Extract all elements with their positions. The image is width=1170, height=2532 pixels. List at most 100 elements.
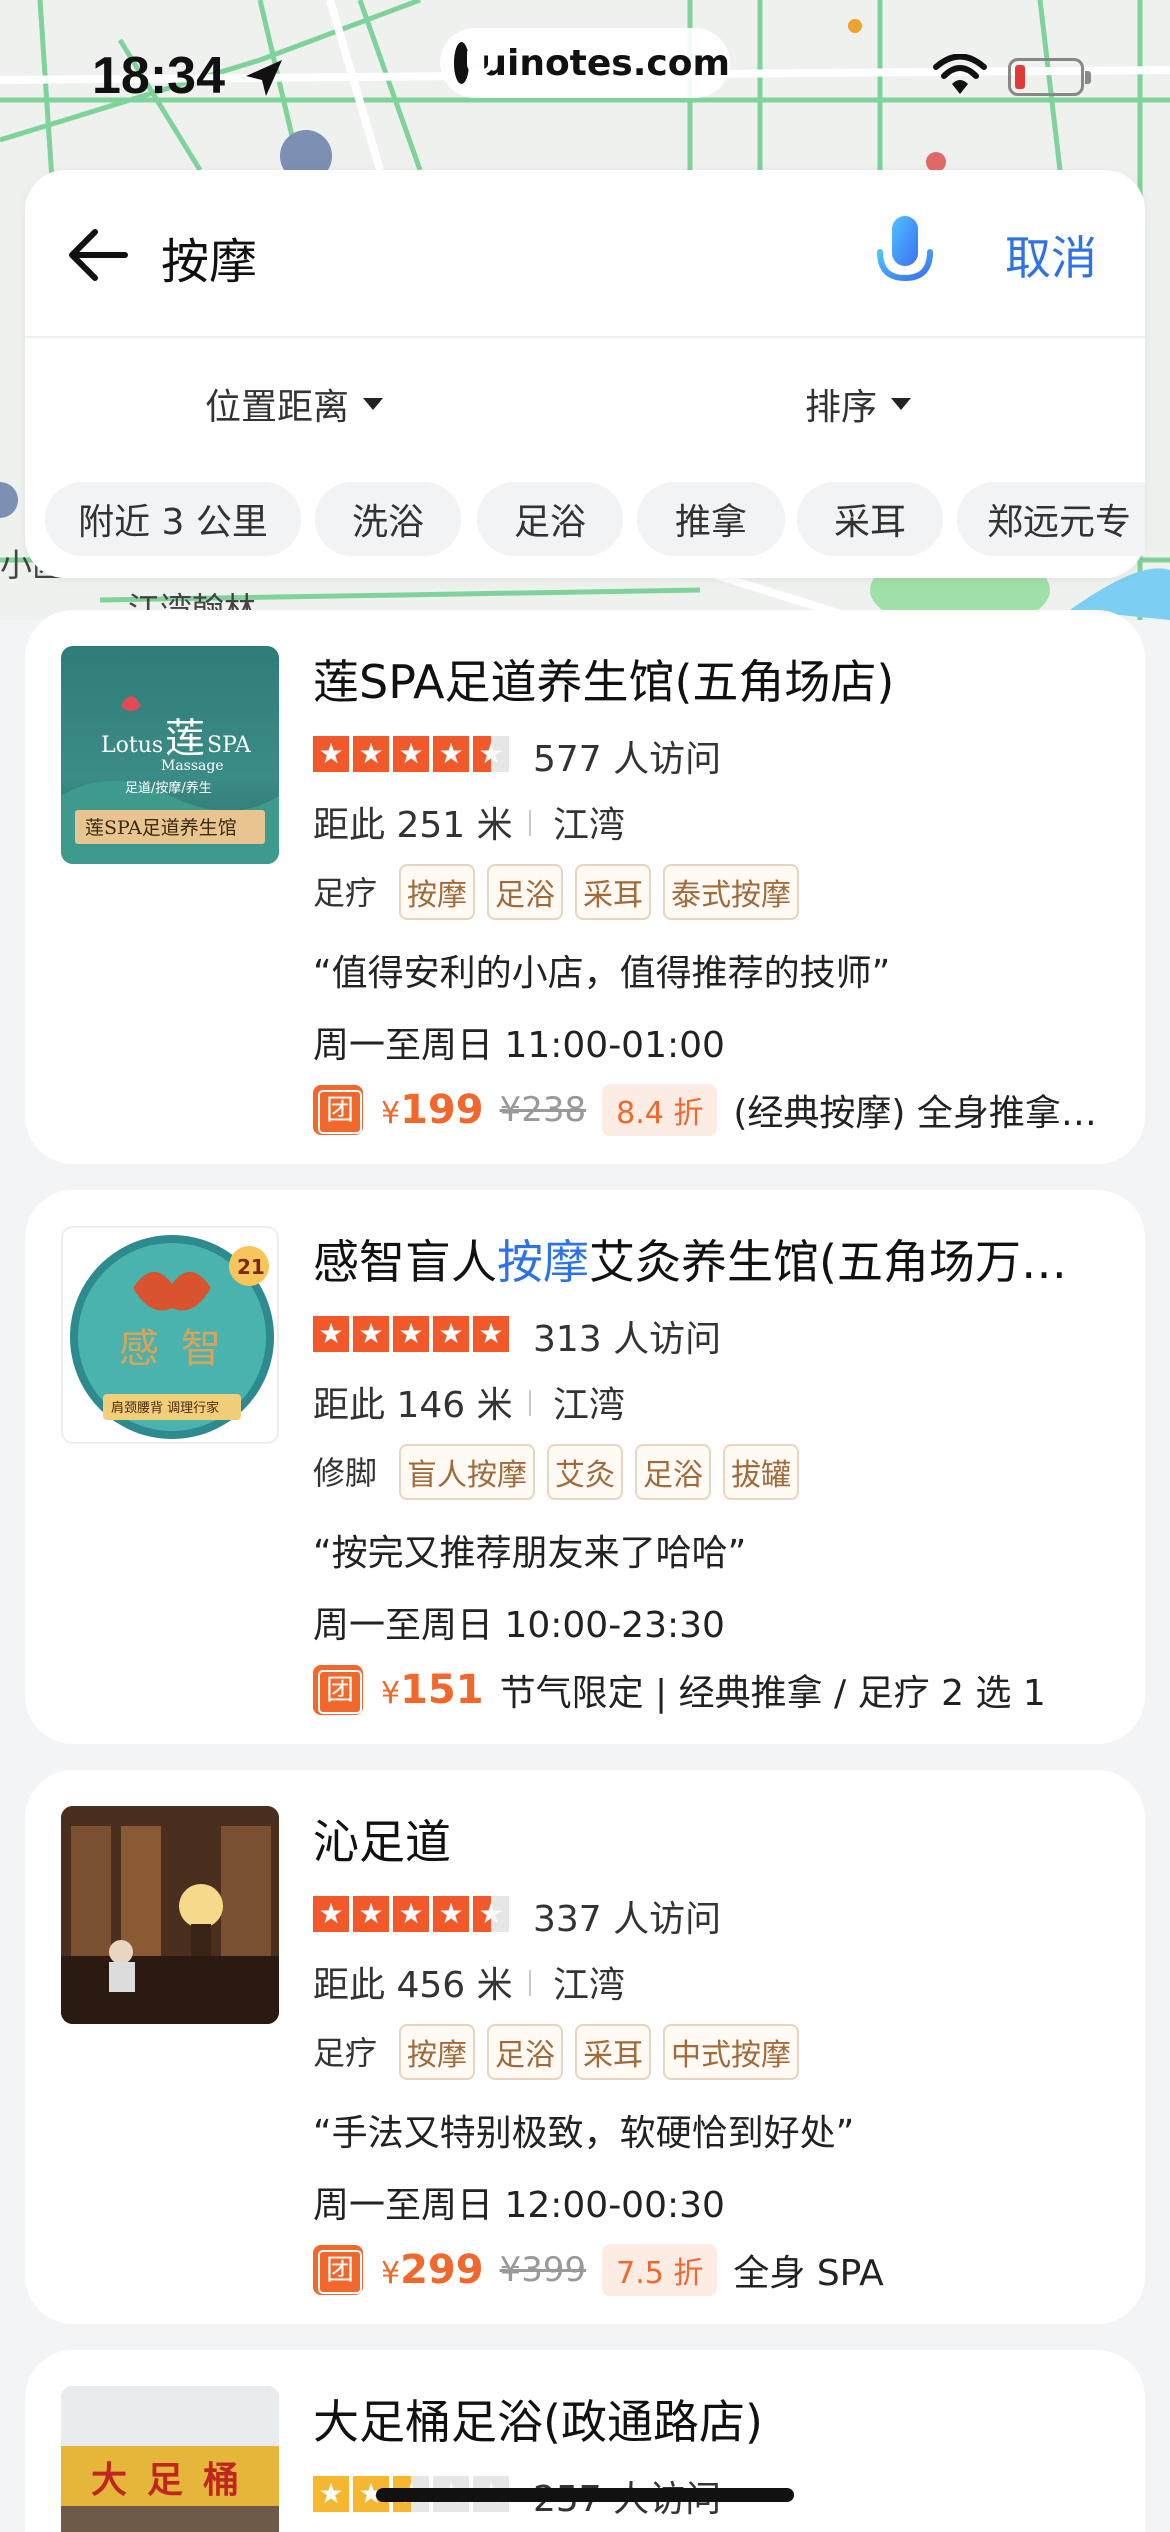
discount-badge: 7.5 折 bbox=[602, 2244, 718, 2296]
microphone-icon[interactable] bbox=[870, 212, 940, 302]
chip-bath[interactable]: 洗浴 bbox=[315, 482, 461, 556]
thumb-text-lotus: Lotus bbox=[101, 733, 163, 758]
tag: 按摩 bbox=[399, 2024, 475, 2080]
star-icon bbox=[433, 1316, 469, 1352]
tag: 足浴 bbox=[635, 1444, 711, 1500]
star-half-icon bbox=[473, 1896, 509, 1932]
caret-down-icon bbox=[363, 398, 384, 410]
distance: 距此 146 米 bbox=[313, 1385, 513, 1426]
status-time: 18:34 bbox=[92, 47, 225, 105]
price-value: 151 bbox=[400, 1667, 484, 1713]
star-icon bbox=[393, 1896, 429, 1932]
thumb-text-slogan: 肩颈腰背 调理行家 bbox=[111, 1400, 219, 1416]
star-icon bbox=[313, 1316, 349, 1352]
star-rating bbox=[313, 736, 509, 772]
group-deal[interactable]: ¥199 ¥238 8.4 折 (经典按摩) 全身推拿… bbox=[313, 1080, 1097, 1140]
thumb-text-da: 大 bbox=[91, 2459, 127, 2501]
distance: 距此 456 米 bbox=[313, 1965, 513, 2006]
area: 江湾 bbox=[553, 1385, 626, 1426]
title-part: 感智盲人 bbox=[313, 1235, 497, 1289]
star-icon bbox=[393, 736, 429, 772]
chip-tuina[interactable]: 推拿 bbox=[637, 482, 785, 556]
sort-filter[interactable]: 排序 bbox=[805, 378, 912, 430]
tag: 泰式按摩 bbox=[663, 864, 799, 920]
divider bbox=[529, 810, 531, 836]
location-arrow-icon bbox=[246, 60, 282, 96]
shop-title[interactable]: 感智盲人按摩艾灸养生馆(五角场万… bbox=[313, 1226, 1067, 1292]
home-indicator[interactable] bbox=[376, 2488, 794, 2502]
tag-list: 按摩 足浴 采耳 泰式按摩 bbox=[399, 864, 799, 920]
thumb-text-zu: 足 bbox=[147, 2459, 183, 2501]
group-buy-icon bbox=[313, 1085, 363, 1135]
currency-symbol: ¥ bbox=[381, 2256, 401, 2291]
divider bbox=[529, 1390, 531, 1416]
cancel-button[interactable]: 取消 bbox=[1005, 222, 1097, 288]
tag: 采耳 bbox=[575, 864, 651, 920]
chip-zhengyuanyuan[interactable]: 郑远元专 bbox=[957, 482, 1145, 556]
deal-price: ¥199 bbox=[381, 1087, 484, 1133]
chip-nearby-3km[interactable]: 附近 3 公里 bbox=[45, 482, 301, 556]
star-rating bbox=[313, 1316, 509, 1352]
tag: 足浴 bbox=[487, 864, 563, 920]
thumb-text-massage: Massage bbox=[161, 758, 224, 774]
result-card[interactable]: 21 感 智 肩颈腰背 调理行家 感智盲人按摩艾灸养生馆(五角场万… 313 人… bbox=[25, 1190, 1145, 1744]
tag: 盲人按摩 bbox=[399, 1444, 535, 1500]
distance: 距此 251 米 bbox=[313, 805, 513, 846]
category: 足疗 bbox=[313, 874, 378, 912]
star-rating bbox=[313, 1896, 509, 1932]
result-card[interactable]: Lotus 莲 SPA Massage 足道/按摩/养生 莲SPA足道养生馆 莲… bbox=[25, 610, 1145, 1164]
shop-thumbnail: 大 足 桶 bbox=[61, 2386, 279, 2532]
search-bar: 按摩 取消 bbox=[25, 170, 1145, 338]
tag-list: 按摩 足浴 采耳 中式按摩 bbox=[399, 2024, 799, 2080]
star-icon bbox=[353, 1896, 389, 1932]
result-card[interactable]: 沁足道 337 人访问 距此 456 米 江湾 足疗 按摩 足浴 采耳 中式按摩… bbox=[25, 1770, 1145, 2324]
category: 修脚 bbox=[313, 1454, 378, 1492]
original-price: ¥238 bbox=[499, 1090, 587, 1130]
shop-thumbnail bbox=[61, 1806, 279, 2024]
tag: 足浴 bbox=[487, 2024, 563, 2080]
chip-ear-cleaning[interactable]: 采耳 bbox=[797, 482, 943, 556]
star-icon bbox=[353, 736, 389, 772]
currency-symbol: ¥ bbox=[381, 1096, 401, 1131]
uinotes-logo-icon bbox=[454, 42, 494, 84]
status-bar: 18:34 uinotes.com bbox=[0, 0, 1170, 150]
search-input[interactable]: 按摩 bbox=[161, 222, 257, 292]
star-icon bbox=[313, 2476, 349, 2512]
group-deal[interactable]: ¥151 节气限定 | 经典推拿 / 足疗 2 选 1 bbox=[313, 1660, 1046, 1720]
star-icon bbox=[433, 1896, 469, 1932]
opening-hours: 周一至周日 11:00-01:00 bbox=[313, 1025, 725, 1066]
shop-title[interactable]: 沁足道 bbox=[313, 1806, 451, 1872]
group-deal[interactable]: ¥299 ¥399 7.5 折 全身 SPA bbox=[313, 2240, 884, 2300]
location-distance-filter[interactable]: 位置距离 bbox=[205, 378, 384, 430]
thumb-text-services: 足道/按摩/养生 bbox=[125, 780, 212, 796]
deal-description: 节气限定 | 经典推拿 / 足疗 2 选 1 bbox=[499, 1673, 1046, 1714]
location-distance-label: 位置距离 bbox=[205, 387, 350, 428]
thumb-text-tong: 桶 bbox=[203, 2459, 239, 2501]
thumb-text-21: 21 bbox=[237, 1255, 265, 1279]
caret-down-icon bbox=[891, 398, 912, 410]
star-half-icon bbox=[473, 736, 509, 772]
thumb-text-spa: SPA bbox=[207, 733, 252, 758]
star-icon bbox=[433, 736, 469, 772]
deal-description: (经典按摩) 全身推拿… bbox=[733, 1093, 1097, 1134]
tag: 拔罐 bbox=[723, 1444, 799, 1500]
thumb-text-lian: 莲 bbox=[165, 716, 205, 762]
chip-foot-bath[interactable]: 足浴 bbox=[477, 482, 623, 556]
quick-filter-chips: 附近 3 公里 洗浴 足浴 推拿 采耳 郑远元专 bbox=[25, 470, 1145, 566]
price-value: 199 bbox=[400, 1087, 484, 1133]
thumb-text-zhi: 智 bbox=[181, 1326, 221, 1372]
url-pill[interactable]: uinotes.com bbox=[440, 28, 730, 98]
tag: 中式按摩 bbox=[663, 2024, 799, 2080]
visit-count: 577 人访问 bbox=[533, 739, 722, 780]
back-arrow-icon[interactable] bbox=[63, 220, 133, 290]
result-card[interactable]: 大 足 桶 大足桶足浴(政通路店) 257 人访问 bbox=[25, 2350, 1145, 2532]
shop-title[interactable]: 莲SPA足道养生馆(五角场店) bbox=[313, 646, 894, 712]
tag: 采耳 bbox=[575, 2024, 651, 2080]
deal-description: 全身 SPA bbox=[733, 2253, 884, 2294]
shop-interior-photo bbox=[61, 1806, 279, 2024]
star-icon bbox=[473, 1316, 509, 1352]
divider bbox=[529, 1970, 531, 1996]
search-panel: 按摩 取消 位置距离 排序 附近 3 公里 洗浴 足浴 推拿 采耳 郑远元专 bbox=[25, 170, 1145, 578]
discount-badge: 8.4 折 bbox=[602, 1084, 718, 1136]
shop-title[interactable]: 大足桶足浴(政通路店) bbox=[313, 2386, 763, 2452]
